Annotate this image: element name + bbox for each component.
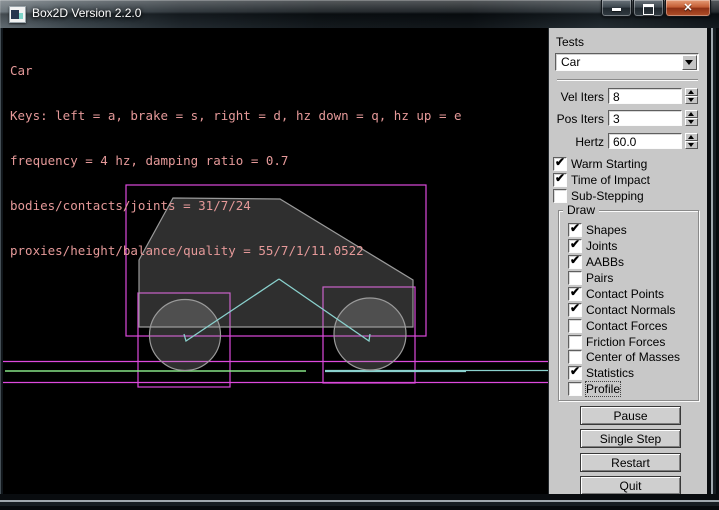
stats-line-freq: frequency = 4 hz, damping ratio = 0.7 [10, 153, 462, 168]
spinner-up-button[interactable] [685, 133, 698, 141]
checkbox-icon: ✔ [553, 157, 567, 171]
hertz-spinner [685, 133, 698, 149]
hertz-label: Hertz [549, 135, 604, 149]
check-mark: ✔ [570, 221, 580, 235]
checkbox-label: Center of Masses [586, 350, 680, 364]
restart-button[interactable]: Restart [580, 453, 681, 472]
check-mark: ✔ [555, 171, 565, 185]
checkbox-label: Sub-Stepping [571, 189, 644, 203]
hertz-input[interactable] [608, 133, 682, 149]
checkbox-label: Time of Impact [571, 173, 650, 187]
checkbox-label: Joints [586, 239, 617, 253]
pause-button[interactable]: Pause [580, 406, 681, 425]
pos-iters-label: Pos Iters [549, 112, 604, 126]
check-mark: ✔ [555, 155, 565, 169]
window-border-left [0, 28, 3, 494]
app-window: Box2D Version 2.2.0 ✕ [0, 0, 719, 510]
checkbox-label: Statistics [586, 366, 634, 380]
checkbox-icon: ✔ [568, 239, 582, 253]
chevron-down-icon [685, 60, 693, 65]
stats-line-title: Car [10, 63, 462, 78]
tests-dropdown[interactable]: Car [555, 53, 699, 71]
stats-line-bodies: bodies/contacts/joints = 31/7/24 [10, 198, 462, 213]
checkbox-label: Friction Forces [586, 335, 665, 349]
vel-iters-input[interactable] [608, 88, 682, 104]
quit-button[interactable]: Quit [580, 476, 681, 495]
close-button[interactable]: ✕ [665, 0, 711, 17]
checkbox-label: AABBs [586, 255, 624, 269]
checkbox-icon [568, 350, 582, 364]
check-mark: ✔ [570, 237, 580, 251]
arrow-up-icon [688, 112, 694, 116]
hertz-row: Hertz [549, 133, 707, 149]
app-icon [9, 6, 26, 23]
check-mark: ✔ [570, 301, 580, 315]
minimize-button[interactable] [601, 0, 632, 17]
caption-buttons: ✕ [600, 0, 711, 17]
tests-dropdown-arrow-button[interactable] [682, 55, 697, 70]
checkbox-icon: ✔ [568, 223, 582, 237]
stats-line-proxies: proxies/height/balance/quality = 55/7/1/… [10, 243, 462, 258]
titlebar[interactable]: Box2D Version 2.2.0 ✕ [0, 0, 719, 28]
checkbox-icon: ✔ [553, 173, 567, 187]
arrow-down-icon [688, 98, 694, 102]
stats-text: Car Keys: left = a, brake = s, right = d… [10, 33, 462, 288]
checkbox-label: Profile [586, 382, 620, 396]
checkbox-label: Warm Starting [571, 157, 647, 171]
arrow-up-icon [688, 90, 694, 94]
arrow-down-icon [688, 143, 694, 147]
close-icon: ✕ [666, 1, 710, 14]
check-mark: ✔ [570, 253, 580, 267]
spinner-up-button[interactable] [685, 110, 698, 118]
vel-iters-label: Vel Iters [549, 90, 604, 104]
arrow-up-icon [688, 135, 694, 139]
app-icon-detail [11, 10, 19, 19]
simulation-canvas[interactable]: Car Keys: left = a, brake = s, right = d… [3, 28, 548, 494]
pos-iters-spinner [685, 110, 698, 126]
draw-groupbox: Draw ✔ Shapes ✔ Joints ✔ AABBs Pairs ✔ C… [558, 210, 699, 401]
arrow-down-icon [688, 120, 694, 124]
app-icon-detail2 [19, 13, 23, 19]
checkbox-icon [553, 189, 567, 203]
maximize-button[interactable] [633, 0, 664, 17]
spinner-down-button[interactable] [685, 96, 698, 104]
window-border-bottom[interactable] [0, 494, 719, 510]
pos-iters-row: Pos Iters [549, 110, 707, 126]
checkbox-icon: ✔ [568, 255, 582, 269]
tests-dropdown-value: Car [561, 55, 580, 69]
checkbox-label: Contact Points [586, 287, 664, 301]
checkbox-icon [568, 382, 582, 396]
checkbox-icon: ✔ [568, 366, 582, 380]
checkbox-icon [568, 335, 582, 349]
spinner-down-button[interactable] [685, 118, 698, 126]
checkbox-icon: ✔ [568, 287, 582, 301]
window-border-right[interactable] [707, 28, 719, 494]
rear-wheel [150, 300, 221, 371]
checkbox-label: Shapes [586, 223, 627, 237]
checkbox-icon: ✔ [568, 303, 582, 317]
window-title: Box2D Version 2.2.0 [32, 6, 141, 20]
stats-line-keys: Keys: left = a, brake = s, right = d, hz… [10, 108, 462, 123]
control-panel: Tests Car Vel Iters Pos Iters [548, 28, 707, 494]
spinner-down-button[interactable] [685, 141, 698, 149]
checkbox-icon [568, 271, 582, 285]
check-mark: ✔ [570, 364, 580, 378]
tests-label: Tests [556, 35, 584, 49]
separator [557, 79, 698, 81]
checkbox-icon [568, 319, 582, 333]
draw-group-label: Draw [563, 203, 599, 217]
minimize-icon [612, 8, 621, 11]
checkbox-label: Pairs [586, 271, 613, 285]
checkbox-label: Contact Normals [586, 303, 675, 317]
single-step-button[interactable]: Single Step [580, 429, 681, 448]
check-mark: ✔ [570, 285, 580, 299]
spinner-up-button[interactable] [685, 88, 698, 96]
vel-iters-row: Vel Iters [549, 88, 707, 104]
vel-iters-spinner [685, 88, 698, 104]
pos-iters-input[interactable] [608, 110, 682, 126]
maximize-icon [643, 4, 654, 15]
checkbox-label: Contact Forces [586, 319, 667, 333]
